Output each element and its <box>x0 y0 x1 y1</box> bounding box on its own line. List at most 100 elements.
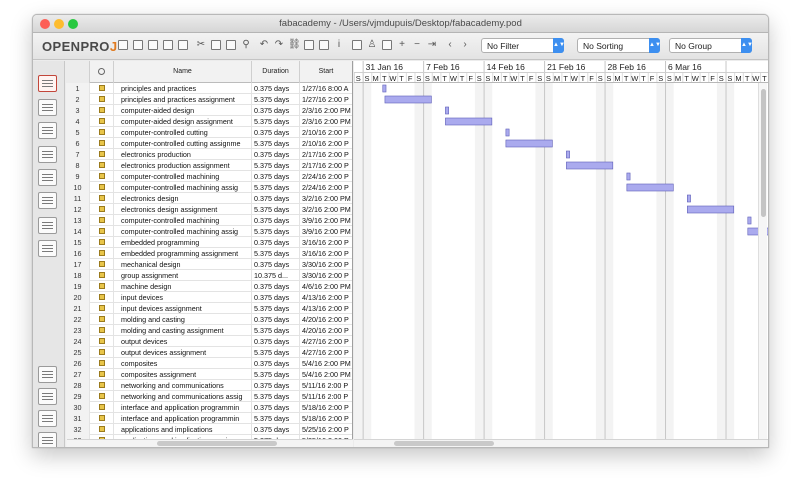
task-start-cell[interactable]: 2/10/16 2:00 P <box>300 127 352 138</box>
task-duration-cell[interactable]: 0.375 days <box>252 424 300 435</box>
task-duration-cell[interactable]: 10.375 d... <box>252 270 300 281</box>
task-name-cell[interactable]: computer-controlled machining <box>114 171 252 182</box>
task-name-cell[interactable]: computer-aided design assignment <box>114 116 252 127</box>
task-row[interactable]: 24 output devices 0.375 days 4/27/16 2:00 P <box>66 336 352 347</box>
task-row[interactable]: 2 principles and practices assignment 5.37… <box>66 94 352 105</box>
rbs-view-icon[interactable] <box>38 169 57 186</box>
task-start-cell[interactable]: 2/10/16 2:00 P <box>300 138 352 149</box>
row-number[interactable]: 15 <box>66 237 90 248</box>
task-start-cell[interactable]: 4/27/16 2:00 P <box>300 336 352 347</box>
task-start-cell[interactable]: 2/3/16 2:00 PM <box>300 105 352 116</box>
row-number[interactable]: 27 <box>66 369 90 380</box>
print-icon[interactable] <box>162 39 174 51</box>
task-start-cell[interactable]: 3/9/16 2:00 PM <box>300 226 352 237</box>
task-row[interactable]: 31 interface and application programmin 5.… <box>66 413 352 424</box>
task-duration-cell[interactable]: 0.375 days <box>252 281 300 292</box>
task-start-cell[interactable]: 3/9/16 2:00 PM <box>300 215 352 226</box>
task-name-cell[interactable]: computer-controlled cutting assignme <box>114 138 252 149</box>
resource-usage-view-icon[interactable] <box>38 240 57 257</box>
task-name-cell[interactable]: mechanical design <box>114 259 252 270</box>
row-number[interactable]: 25 <box>66 347 90 358</box>
task-start-cell[interactable]: 1/27/16 8:00 A <box>300 83 352 94</box>
sorting-select[interactable]: No Sorting ▲▼ <box>577 38 661 53</box>
task-start-cell[interactable]: 5/25/16 2:00 P <box>300 424 352 435</box>
task-name-cell[interactable]: embedded programming <box>114 237 252 248</box>
undo-icon[interactable]: ↶ <box>258 39 270 51</box>
task-start-cell[interactable]: 3/30/16 2:00 P <box>300 270 352 281</box>
task-start-cell[interactable]: 4/20/16 2:00 P <box>300 325 352 336</box>
task-name-cell[interactable]: computer-controlled machining <box>114 215 252 226</box>
info-icon[interactable]: i <box>333 39 345 51</box>
new-icon[interactable] <box>117 39 129 51</box>
task-row[interactable]: 10 computer-controlled machining assig 5.3… <box>66 182 352 193</box>
task-start-cell[interactable]: 2/24/16 2:00 P <box>300 182 352 193</box>
task-row[interactable]: 11 electronics design 0.375 days 3/2/16 2:0… <box>66 193 352 204</box>
task-name-cell[interactable]: output devices <box>114 336 252 347</box>
task-name-cell[interactable]: electronics design <box>114 193 252 204</box>
paste-icon[interactable] <box>225 39 237 51</box>
task-start-cell[interactable]: 5/18/16 2:00 P <box>300 413 352 424</box>
task-duration-cell[interactable]: 0.375 days <box>252 127 300 138</box>
task-name-cell[interactable]: principles and practices <box>114 83 252 94</box>
task-duration-cell[interactable]: 0.375 days <box>252 237 300 248</box>
task-start-cell[interactable]: 3/16/16 2:00 P <box>300 248 352 259</box>
task-start-cell[interactable]: 5/4/16 2:00 PM <box>300 369 352 380</box>
task-row[interactable]: 20 input devices 0.375 days 4/13/16 2:00 P <box>66 292 352 303</box>
task-duration-cell[interactable]: 5.375 days <box>252 347 300 358</box>
row-number[interactable]: 23 <box>66 325 90 336</box>
row-number[interactable]: 4 <box>66 116 90 127</box>
task-duration-cell[interactable]: 5.375 days <box>252 204 300 215</box>
task-duration-cell[interactable]: 5.375 days <box>252 391 300 402</box>
task-row[interactable]: 19 machine design 0.375 days 4/6/16 2:00 PM <box>66 281 352 292</box>
task-row[interactable]: 17 mechanical design 0.375 days 3/30/16 2:0… <box>66 259 352 270</box>
histogram-icon[interactable] <box>38 366 57 383</box>
task-start-cell[interactable]: 2/17/16 2:00 P <box>300 149 352 160</box>
filter-select[interactable]: No Filter ▲▼ <box>481 38 565 53</box>
task-name-cell[interactable]: machine design <box>114 281 252 292</box>
row-number[interactable]: 20 <box>66 292 90 303</box>
task-row[interactable]: 22 molding and casting 0.375 days 4/20/16 2… <box>66 314 352 325</box>
task-name-cell[interactable]: input devices <box>114 292 252 303</box>
row-number[interactable]: 3 <box>66 105 90 116</box>
task-row[interactable]: 7 electronics production 0.375 days 2/17/16… <box>66 149 352 160</box>
row-number[interactable]: 14 <box>66 226 90 237</box>
row-number[interactable]: 17 <box>66 259 90 270</box>
task-start-cell[interactable]: 3/16/16 2:00 P <box>300 237 352 248</box>
task-name-cell[interactable]: molding and casting assignment <box>114 325 252 336</box>
task-name-cell[interactable]: principles and practices assignment <box>114 94 252 105</box>
task-duration-cell[interactable]: 0.375 days <box>252 215 300 226</box>
task-start-cell[interactable]: 4/27/16 2:00 P <box>300 347 352 358</box>
task-duration-cell[interactable]: 5.375 days <box>252 138 300 149</box>
forward-icon[interactable]: › <box>459 39 471 51</box>
task-row[interactable]: 5 computer-controlled cutting 0.375 days 2/… <box>66 127 352 138</box>
task-start-cell[interactable]: 1/27/16 2:00 P <box>300 94 352 105</box>
task-start-cell[interactable]: 5/11/16 2:00 P <box>300 391 352 402</box>
task-row[interactable]: 27 composites assignment 5.375 days 5/4/16 … <box>66 369 352 380</box>
task-start-cell[interactable]: 2/24/16 2:00 P <box>300 171 352 182</box>
task-duration-cell[interactable]: 5.375 days <box>252 94 300 105</box>
task-duration-cell[interactable]: 0.375 days <box>252 105 300 116</box>
print-preview-icon[interactable] <box>177 39 189 51</box>
resource-usage-icon[interactable] <box>38 432 57 447</box>
row-number[interactable]: 29 <box>66 391 90 402</box>
open-icon[interactable] <box>132 39 144 51</box>
task-row[interactable]: 6 computer-controlled cutting assignme 5.3… <box>66 138 352 149</box>
name-column-header[interactable]: Name <box>114 61 252 83</box>
task-row[interactable]: 8 electronics production assignment 5.375 … <box>66 160 352 171</box>
task-duration-cell[interactable]: 0.375 days <box>252 193 300 204</box>
task-start-cell[interactable]: 5/11/16 2:00 P <box>300 380 352 391</box>
task-name-cell[interactable]: molding and casting <box>114 314 252 325</box>
task-name-cell[interactable]: input devices assignment <box>114 303 252 314</box>
task-name-cell[interactable]: computer-controlled machining assig <box>114 226 252 237</box>
row-number[interactable]: 19 <box>66 281 90 292</box>
task-duration-cell[interactable]: 5.375 days <box>252 226 300 237</box>
task-duration-cell[interactable]: 5.375 days <box>252 248 300 259</box>
row-number[interactable]: 18 <box>66 270 90 281</box>
task-duration-cell[interactable]: 5.375 days <box>252 160 300 171</box>
task-row[interactable]: 12 electronics design assignment 5.375 day… <box>66 204 352 215</box>
task-usage-view-icon[interactable] <box>38 217 57 234</box>
task-start-cell[interactable]: 3/2/16 2:00 PM <box>300 204 352 215</box>
task-start-cell[interactable]: 5/18/16 2:00 P <box>300 402 352 413</box>
task-duration-cell[interactable]: 5.375 days <box>252 369 300 380</box>
task-duration-cell[interactable]: 0.375 days <box>252 336 300 347</box>
